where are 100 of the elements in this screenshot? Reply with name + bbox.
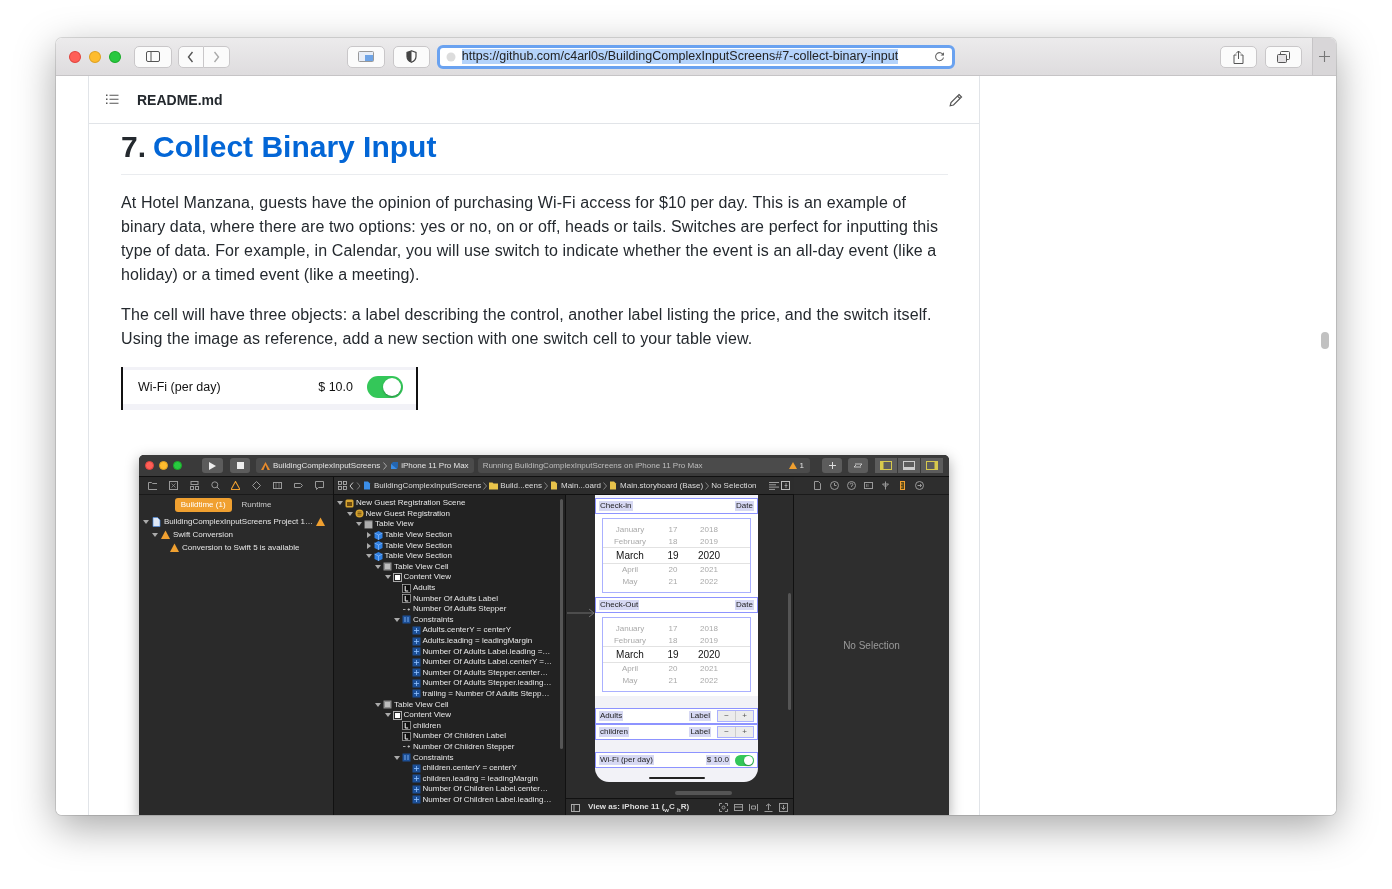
outline-item[interactable]: children xyxy=(413,720,441,731)
outline-item[interactable]: Number Of Children Stepper xyxy=(413,741,515,752)
outline-item[interactable]: Table View xyxy=(375,519,414,530)
outline-item[interactable]: Constraints xyxy=(413,752,454,763)
panel-toggle-button[interactable] xyxy=(921,458,943,473)
outline-item[interactable]: Table View Cell xyxy=(394,561,449,572)
run-button[interactable] xyxy=(202,458,223,473)
window-button[interactable] xyxy=(346,45,385,68)
path-item[interactable]: Main.storyboard (Base) xyxy=(620,481,704,490)
test-icon[interactable] xyxy=(273,481,283,490)
report-icon[interactable] xyxy=(314,481,324,490)
outline-item[interactable]: Number Of Adults Label xyxy=(413,593,498,604)
search-icon[interactable] xyxy=(210,481,220,490)
share-button[interactable] xyxy=(1220,45,1258,68)
outline-item[interactable]: Number Of Adults Stepper xyxy=(413,604,507,615)
toggle-switch[interactable] xyxy=(367,376,403,398)
sidebar-icon[interactable] xyxy=(571,803,580,812)
outline-item[interactable]: children.centerY = centerY xyxy=(422,763,517,774)
scrollbar-thumb[interactable] xyxy=(788,593,791,710)
increment-button[interactable]: + xyxy=(735,711,753,721)
connections-icon[interactable] xyxy=(915,481,924,490)
ruler-icon[interactable] xyxy=(898,481,907,490)
file-icon[interactable] xyxy=(813,481,822,490)
disclosure-triangle-icon[interactable] xyxy=(143,518,149,525)
resolve-icon[interactable] xyxy=(779,803,788,812)
issue-item[interactable]: BuildingComplexInputScreens Project 1… xyxy=(164,517,313,526)
folder-icon[interactable] xyxy=(147,481,157,490)
library-button[interactable] xyxy=(822,458,842,473)
outline-item[interactable]: Table View Section xyxy=(384,551,452,562)
path-item[interactable]: Main...oard xyxy=(561,481,601,490)
close-button[interactable] xyxy=(69,50,81,63)
disclosure-triangle-icon[interactable] xyxy=(365,542,372,549)
toggle-switch[interactable] xyxy=(735,754,754,766)
disclosure-triangle-icon[interactable] xyxy=(384,574,391,581)
decrement-button[interactable]: − xyxy=(718,727,735,737)
review-button[interactable] xyxy=(848,458,868,473)
tabs-button[interactable] xyxy=(1265,45,1303,68)
filter-tab[interactable]: Runtime xyxy=(235,498,278,512)
outline-item[interactable]: Content View xyxy=(403,710,451,721)
minimize-button[interactable] xyxy=(159,461,168,470)
disclosure-triangle-icon[interactable] xyxy=(384,712,391,719)
outline-item[interactable]: Adults.centerY = centerY xyxy=(422,625,512,636)
outline-item[interactable]: Adults xyxy=(413,583,436,594)
scrollbar-thumb[interactable] xyxy=(560,499,563,749)
grid-icon[interactable] xyxy=(338,481,347,490)
outline-item[interactable]: Table View Section xyxy=(384,530,452,541)
outline-item[interactable]: children.leading = leadingMargin xyxy=(422,773,538,784)
identity-icon[interactable] xyxy=(864,481,873,490)
back-button[interactable] xyxy=(177,45,204,68)
outline-item[interactable]: Number Of Adults Label.leading =… xyxy=(422,646,551,657)
clock-icon[interactable] xyxy=(830,481,839,490)
back-icon[interactable] xyxy=(349,481,354,490)
outline-item[interactable]: Number Of Children Label.leading… xyxy=(422,794,552,805)
path-item[interactable]: Build...eens xyxy=(500,481,542,490)
date-picker[interactable]: January 17 2018 February 18 2019 March 19 2020 April 20 2021 May 21 2022 xyxy=(602,617,751,692)
outline-item[interactable]: Adults.leading = leadingMargin xyxy=(422,636,533,646)
outline-item[interactable]: New Guest Registration xyxy=(365,508,450,519)
scrollbar-thumb[interactable] xyxy=(1321,332,1329,349)
disclosure-triangle-icon[interactable] xyxy=(337,500,343,507)
shield-button[interactable] xyxy=(392,45,430,68)
stop-button[interactable] xyxy=(230,458,250,473)
outline-item[interactable]: trailing = Number Of Adults Stepp… xyxy=(422,689,550,699)
lines-icon[interactable] xyxy=(769,481,779,490)
path-item[interactable]: BuildingComplexInputScreens xyxy=(374,481,482,490)
embed-icon[interactable] xyxy=(734,803,743,812)
outline-item[interactable]: Content View xyxy=(403,572,451,583)
outline-item[interactable]: Number Of Children Label.center… xyxy=(422,784,548,795)
issue-item[interactable]: Conversion to Swift 5 is available xyxy=(182,543,300,552)
address-field[interactable]: https://github.com/c4arl0s/BuildingComplexInputScreens#7-collect-binary-input xyxy=(436,44,956,69)
zoom-button[interactable] xyxy=(173,461,182,470)
disclosure-triangle-icon[interactable] xyxy=(394,754,400,761)
align-icon[interactable] xyxy=(749,803,758,812)
breakpoint-icon[interactable] xyxy=(294,481,304,490)
pencil-icon[interactable] xyxy=(949,92,963,107)
warning-icon[interactable] xyxy=(231,481,241,490)
zoom-fit-icon[interactable] xyxy=(719,803,728,812)
new-tab-button[interactable] xyxy=(1312,38,1336,75)
attributes-icon[interactable] xyxy=(881,481,890,490)
source-control-icon[interactable] xyxy=(168,481,178,490)
heading-link[interactable]: Collect Binary Input xyxy=(153,127,437,167)
disclosure-triangle-icon[interactable] xyxy=(152,531,158,538)
pin-icon[interactable] xyxy=(764,803,773,812)
scrollbar-thumb[interactable] xyxy=(675,791,732,795)
panel-toggle-button[interactable] xyxy=(875,458,897,473)
diamond-icon[interactable] xyxy=(252,481,262,490)
disclosure-triangle-icon[interactable] xyxy=(375,701,381,708)
disclosure-triangle-icon[interactable] xyxy=(375,563,381,570)
disclosure-triangle-icon[interactable] xyxy=(365,553,372,560)
date-picker[interactable]: January 17 2018 February 18 2019 March 19 2020 April 20 2021 May 21 2022 xyxy=(602,518,751,593)
outline-item[interactable]: Constraints xyxy=(413,614,454,625)
outline-item[interactable]: New Guest Registration Scene xyxy=(356,498,466,509)
outline-item[interactable]: Number Of Adults Stepper.center… xyxy=(422,667,548,678)
increment-button[interactable]: + xyxy=(735,727,753,737)
decrement-button[interactable]: − xyxy=(718,711,735,721)
issue-item[interactable]: Swift Conversion xyxy=(173,530,234,539)
path-item[interactable]: No Selection xyxy=(711,481,757,490)
hierarchy-icon[interactable] xyxy=(189,481,199,490)
disclosure-triangle-icon[interactable] xyxy=(365,532,372,539)
outline-item[interactable]: Table View Section xyxy=(384,540,452,551)
disclosure-triangle-icon[interactable] xyxy=(394,616,400,623)
